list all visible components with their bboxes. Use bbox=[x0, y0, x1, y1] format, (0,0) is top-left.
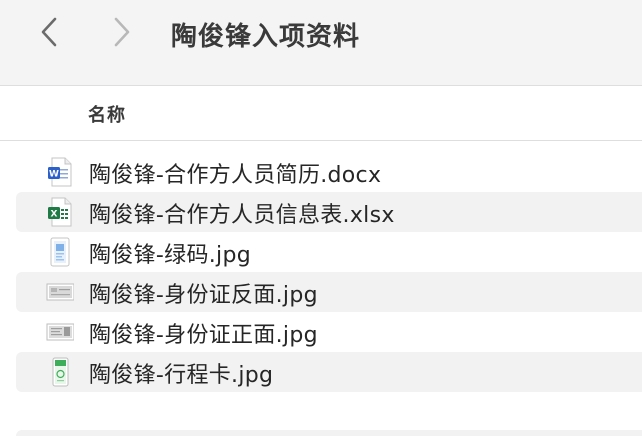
file-row[interactable]: W 陶俊锋-合作方人员简历.docx bbox=[16, 152, 642, 192]
file-row[interactable]: 陶俊锋-身份证反面.jpg bbox=[16, 272, 642, 312]
file-name: 陶俊锋-合作方人员信息表.xlsx bbox=[89, 203, 395, 228]
id-card-image-icon bbox=[46, 317, 75, 347]
file-name: 陶俊锋-合作方人员简历.docx bbox=[89, 163, 382, 188]
file-list: W 陶俊锋-合作方人员简历.docx X 陶俊锋-合作方人员信息表.xlsx 陶… bbox=[0, 152, 642, 392]
svg-text:X: X bbox=[51, 210, 58, 220]
file-row[interactable]: 陶俊锋-行程卡.jpg bbox=[16, 352, 642, 392]
file-row[interactable]: 陶俊锋-身份证正面.jpg bbox=[16, 312, 642, 352]
file-row[interactable]: 陶俊锋-绿码.jpg bbox=[16, 232, 642, 272]
forward-button[interactable] bbox=[104, 14, 140, 50]
back-button[interactable] bbox=[31, 14, 67, 50]
column-header: 名称 bbox=[0, 87, 642, 141]
id-card-image-icon bbox=[46, 277, 75, 307]
chevron-right-icon bbox=[114, 17, 130, 47]
word-document-icon: W bbox=[46, 157, 74, 187]
image-file-icon bbox=[46, 237, 74, 267]
file-name: 陶俊锋-行程卡.jpg bbox=[89, 363, 274, 388]
toolbar: 陶俊锋入项资料 bbox=[0, 0, 642, 86]
file-name: 陶俊锋-绿码.jpg bbox=[89, 243, 251, 268]
chevron-left-icon bbox=[41, 17, 57, 47]
empty-list-row bbox=[16, 430, 642, 436]
phone-screenshot-icon bbox=[46, 357, 74, 387]
excel-spreadsheet-icon: X bbox=[46, 197, 74, 227]
file-name: 陶俊锋-身份证正面.jpg bbox=[89, 323, 318, 348]
window-title: 陶俊锋入项资料 bbox=[171, 22, 361, 52]
column-header-name[interactable]: 名称 bbox=[88, 101, 126, 127]
file-name: 陶俊锋-身份证反面.jpg bbox=[89, 283, 318, 308]
svg-text:W: W bbox=[49, 170, 59, 180]
file-row[interactable]: X 陶俊锋-合作方人员信息表.xlsx bbox=[16, 192, 642, 232]
